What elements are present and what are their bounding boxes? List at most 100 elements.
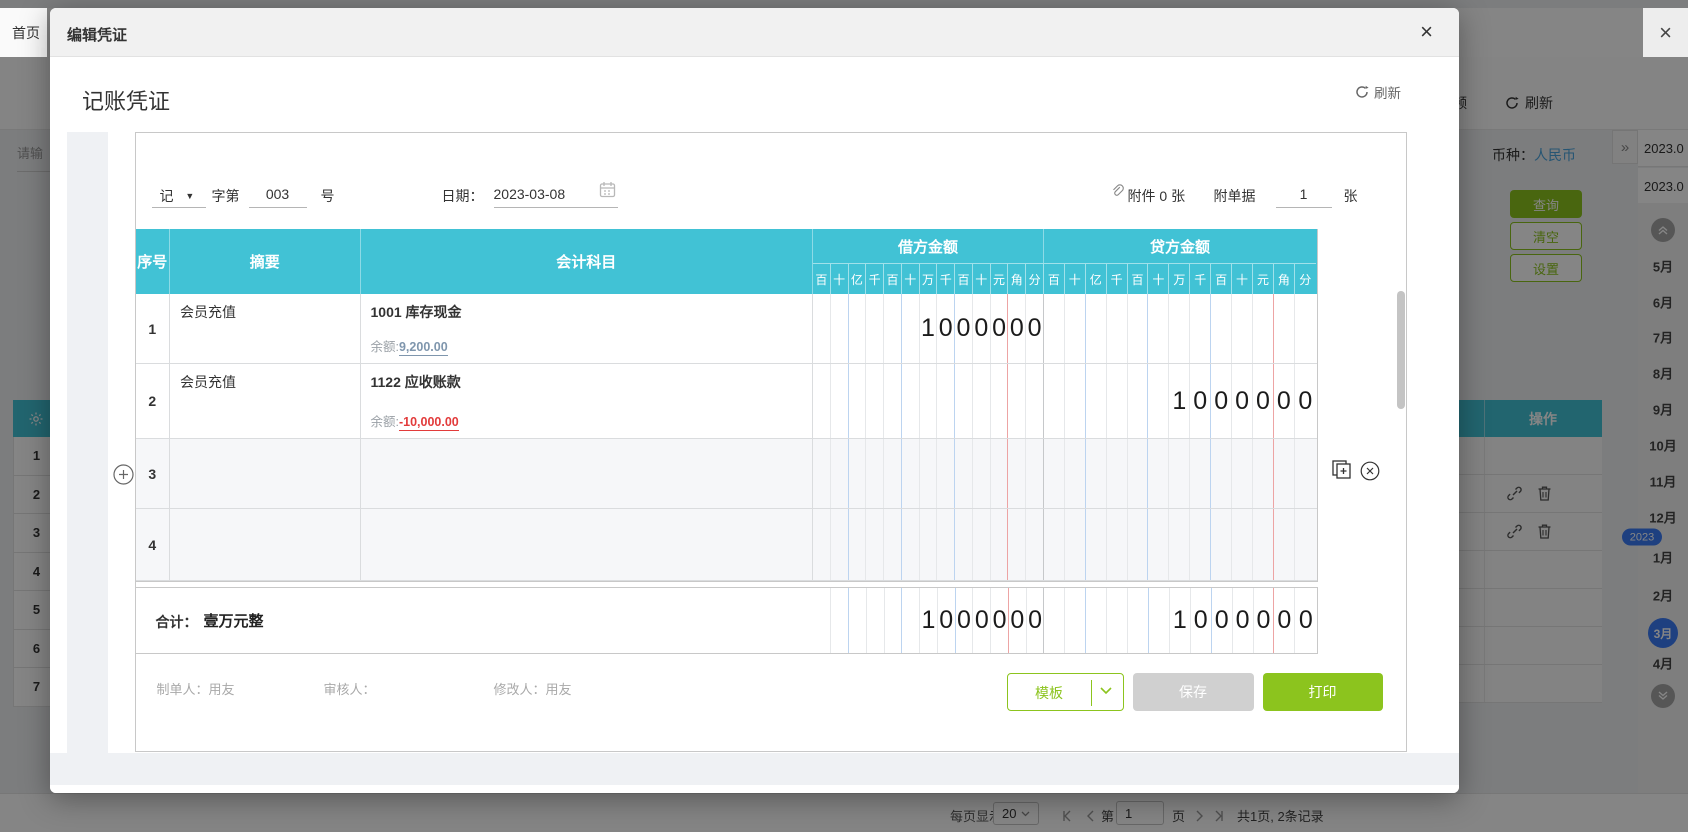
digit-cell	[1128, 588, 1149, 653]
digit-cell	[1026, 439, 1044, 508]
digit-cell	[1149, 588, 1170, 653]
digit-cell	[849, 364, 867, 438]
digit-cell	[1008, 439, 1027, 508]
digit-cell	[1128, 364, 1149, 438]
modal-header: 编辑凭证 ×	[50, 8, 1459, 57]
modal-close-button[interactable]: ×	[1420, 19, 1433, 45]
digit-cell	[1026, 509, 1044, 580]
calendar-icon[interactable]	[599, 181, 616, 198]
digit-cell	[955, 509, 973, 580]
digit-cell	[884, 364, 902, 438]
copy-row-button[interactable]	[1331, 459, 1353, 481]
digit-cell	[1169, 439, 1191, 508]
fudanju-input[interactable]: 1	[1276, 186, 1332, 202]
bg-dialog-close-button[interactable]: ×	[1643, 8, 1688, 57]
voucher-row: 3	[135, 439, 1317, 509]
digit-cell	[831, 509, 849, 580]
digit-label: 百	[813, 264, 831, 294]
account-cell[interactable]: 1122 应收账款 余额:-10,000.00	[361, 364, 813, 438]
date-input[interactable]: 2023-03-08	[494, 186, 566, 202]
digit-label: 十	[1148, 264, 1170, 294]
account-name: 1122 应收账款	[370, 374, 461, 390]
chevron-down-icon[interactable]	[1099, 687, 1112, 695]
credit-digit-grid[interactable]	[1044, 439, 1316, 508]
digit-cell: 0	[973, 294, 991, 363]
digit-cell	[1065, 294, 1086, 363]
header-debit: 借方金额	[813, 229, 1044, 263]
print-button[interactable]: 打印	[1262, 673, 1383, 711]
table-scrollbar[interactable]	[1396, 291, 1405, 409]
summary-cell[interactable]: 会员充值	[170, 364, 361, 438]
debit-digit-grid[interactable]: 1000000	[814, 588, 1045, 653]
digit-cell: 0	[1191, 588, 1212, 653]
digit-cell	[1044, 294, 1065, 363]
digit-cell	[849, 509, 867, 580]
digit-cell	[1086, 364, 1107, 438]
balance-line: 余额:9,200.00	[370, 340, 448, 356]
header-credit: 贷方金额	[1149, 238, 1210, 256]
digit-cell	[866, 294, 885, 363]
digit-label: 十	[1065, 264, 1086, 294]
digit-cell: 0	[938, 588, 956, 653]
digit-cell: 0	[991, 588, 1009, 653]
credit-digit-grid[interactable]: 1000000	[1044, 364, 1316, 438]
add-row-button[interactable]	[112, 464, 134, 485]
summary-cell[interactable]	[170, 509, 361, 580]
debit-digit-grid[interactable]	[813, 364, 1044, 438]
account-cell[interactable]: 1001 库存现金 余额:9,200.00	[361, 294, 813, 363]
digit-cell: 0	[991, 294, 1009, 363]
summary-cell[interactable]: 会员充值	[170, 294, 361, 363]
digit-cell	[884, 439, 902, 508]
digit-cell: 1	[920, 588, 938, 653]
tab-home[interactable]: 首页	[0, 8, 47, 57]
digit-label: 十	[1232, 264, 1254, 294]
credit-digit-grid[interactable]	[1044, 294, 1316, 363]
debit-digit-grid[interactable]	[813, 509, 1044, 580]
voucher-type-select[interactable]: 记 ▼	[160, 186, 195, 206]
digit-cell	[1190, 439, 1212, 508]
digit-cell	[831, 364, 849, 438]
voucher-refresh-button[interactable]: 刷新	[1355, 82, 1401, 102]
account-cell[interactable]	[361, 509, 813, 580]
row-number: 4	[136, 509, 170, 580]
summary-cell[interactable]	[170, 439, 361, 508]
digit-cell	[1211, 509, 1233, 580]
template-button[interactable]: 模板	[1006, 673, 1124, 711]
digit-label: 百	[1128, 264, 1149, 294]
digit-cell	[1148, 364, 1170, 438]
delete-row-button[interactable]	[1360, 461, 1380, 481]
digit-cell	[937, 439, 956, 508]
digit-label: 元	[1253, 264, 1274, 294]
digit-cell	[1253, 509, 1274, 580]
app-root: 频 刷新 请输 币种：人民币 查询 清空 设置 操作 1234567 » 202…	[0, 0, 1688, 832]
balance-value[interactable]: 9,200.00	[398, 340, 448, 356]
digit-cell	[884, 294, 902, 363]
digit-cell	[1044, 439, 1065, 508]
digit-cell: 0	[1190, 364, 1212, 438]
digit-cell	[1274, 294, 1295, 363]
row-number: 3	[136, 439, 170, 508]
digit-cell	[973, 439, 991, 508]
digit-label: 百	[1044, 264, 1065, 294]
modifier-label: 修改人：用友	[493, 682, 572, 697]
digit-cell	[902, 294, 920, 363]
voucher-number-input[interactable]: 003	[249, 186, 307, 202]
digit-cell	[937, 509, 956, 580]
digit-label: 角	[1274, 264, 1295, 294]
attachment-count-button[interactable]: 附件 0 张	[1128, 186, 1186, 206]
modal-footer-strip	[50, 753, 1459, 785]
digit-cell	[831, 439, 849, 508]
digit-label: 亿	[1086, 264, 1107, 294]
digit-cell	[1107, 588, 1129, 653]
credit-digit-grid[interactable]: 1000000	[1044, 588, 1316, 653]
debit-digit-grid[interactable]: 1000000	[813, 294, 1044, 363]
totals-row: 合计： 壹万元整 10000001000000	[134, 587, 1318, 654]
digit-cell	[1274, 439, 1295, 508]
balance-value[interactable]: -10,000.00	[398, 415, 459, 431]
credit-digit-grid[interactable]	[1044, 509, 1316, 580]
save-button[interactable]: 保存	[1132, 673, 1254, 711]
account-cell[interactable]	[361, 439, 813, 508]
digit-cell	[1008, 364, 1027, 438]
debit-digit-grid[interactable]	[813, 439, 1044, 508]
auditor-label: 审核人：	[323, 682, 376, 697]
